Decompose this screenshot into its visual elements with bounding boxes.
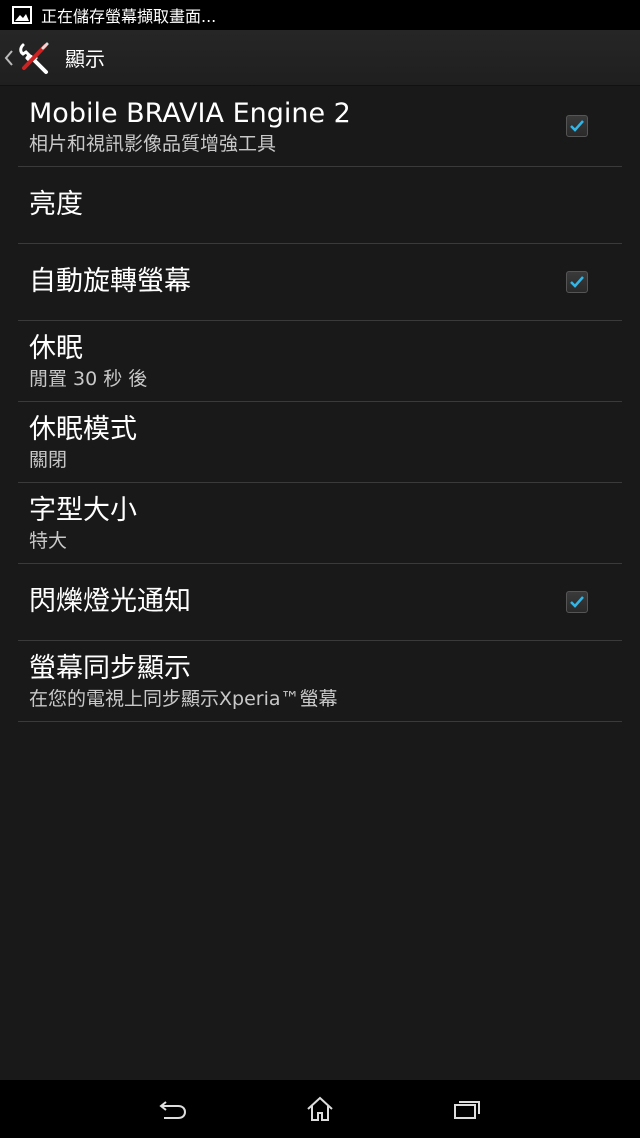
checkmark-icon [570,596,584,608]
checkmark-icon [570,120,584,132]
setting-title: 閃爍燈光通知 [29,586,191,617]
setting-daydream[interactable]: 休眠模式 關閉 [18,402,622,483]
navigation-bar [0,1080,640,1138]
tools-icon [17,41,51,75]
setting-summary: 在您的電視上同步顯示Xperia™螢幕 [29,687,338,710]
setting-mobile-bravia-engine[interactable]: Mobile BRAVIA Engine 2 相片和視訊影像品質增強工具 [18,86,622,167]
up-navigation-button[interactable] [0,30,59,85]
back-arrow-icon[interactable] [143,1089,203,1129]
recent-apps-icon[interactable] [437,1089,497,1129]
setting-auto-rotate[interactable]: 自動旋轉螢幕 [18,244,622,321]
setting-title: 螢幕同步顯示 [29,652,191,684]
auto-rotate-checkbox[interactable] [566,271,588,293]
setting-summary: 閒置 30 秒 後 [29,367,148,390]
setting-brightness[interactable]: 亮度 [18,167,622,244]
setting-title: 休眠模式 [29,413,137,445]
chevron-left-icon [3,49,15,67]
setting-font-size[interactable]: 字型大小 特大 [18,483,622,564]
setting-title: 亮度 [29,189,83,220]
setting-title: 休眠 [29,332,83,364]
setting-title: 字型大小 [29,494,137,526]
page-title: 顯示 [65,47,105,71]
setting-title: 自動旋轉螢幕 [29,266,191,297]
setting-summary: 特大 [29,529,68,552]
setting-title: Mobile BRAVIA Engine 2 [29,97,351,129]
action-bar: 顯示 [0,30,640,86]
checkmark-icon [570,276,584,288]
settings-list: Mobile BRAVIA Engine 2 相片和視訊影像品質增強工具 亮度 … [0,86,640,722]
setting-sleep[interactable]: 休眠 閒置 30 秒 後 [18,321,622,402]
setting-notification-light[interactable]: 閃爍燈光通知 [18,564,622,641]
notification-light-checkbox[interactable] [566,591,588,613]
bravia-checkbox[interactable] [566,115,588,137]
setting-summary: 關閉 [29,448,68,471]
setting-screen-mirroring[interactable]: 螢幕同步顯示 在您的電視上同步顯示Xperia™螢幕 [18,641,622,722]
image-icon [12,6,32,24]
status-bar: 正在儲存螢幕擷取畫面... [0,0,640,30]
status-notification-text: 正在儲存螢幕擷取畫面... [41,7,217,26]
setting-summary: 相片和視訊影像品質增強工具 [29,132,277,155]
home-icon[interactable] [290,1089,350,1129]
